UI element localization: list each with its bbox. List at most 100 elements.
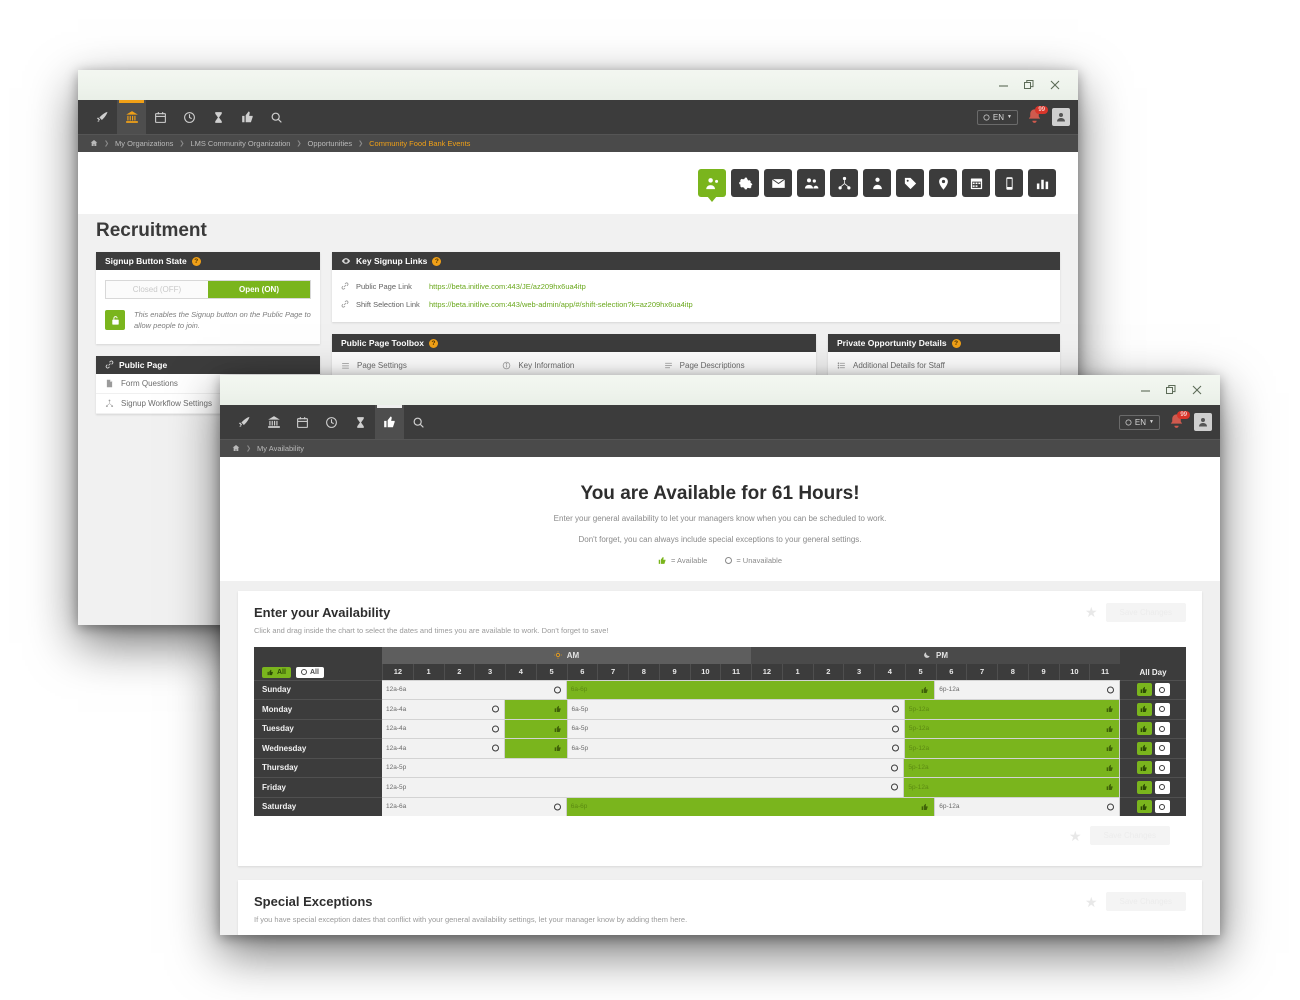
nav-clock-icon[interactable] [317,405,346,439]
nav-hourglass-icon[interactable] [346,405,375,439]
select-all-unavailable-button[interactable]: All [295,666,324,678]
availability-segment[interactable]: 5p-12a [904,700,1120,719]
availability-segment[interactable]: 6p-12a [935,797,1120,817]
nav-bank-icon[interactable] [117,100,146,134]
table-row[interactable]: 12a-6a 6a-6p 6p-12a [382,679,1120,700]
all-day-available-button[interactable] [1136,702,1152,716]
toolbox-item-key-information[interactable]: Key Information [493,355,654,375]
toolbox-item-page-settings[interactable]: Page Settings [332,355,493,375]
all-day-available-button[interactable] [1136,780,1152,794]
all-day-unavailable-button[interactable] [1154,800,1170,814]
chart-day-rows[interactable]: 12a-6a 6a-6p 6p-12a 12a-4a 6a-5p 5p-12a 12a-4a… [382,679,1120,817]
app-top-nav[interactable]: EN ▼ 99 [220,405,1220,439]
org-chart-icon[interactable] [830,169,858,197]
all-day-available-button[interactable] [1136,761,1152,775]
toggle-closed-option[interactable]: Closed (OFF) [106,281,208,298]
help-badge-icon[interactable]: ? [191,256,201,266]
favorite-star-icon[interactable]: ★ [1085,895,1098,909]
language-selector[interactable]: EN ▼ [976,109,1018,125]
availability-segment[interactable]: 5p-12a [904,758,1120,778]
opportunity-toolstrip[interactable] [78,152,1078,214]
all-day-available-button[interactable] [1136,741,1152,755]
language-selector[interactable]: EN ▼ [1118,414,1160,430]
favorite-star-icon[interactable]: ★ [1069,829,1082,843]
nav-megaphone-icon[interactable] [88,100,117,134]
all-day-column[interactable]: All Day [1120,647,1186,817]
recruitment-icon[interactable] [698,169,726,202]
availability-segment[interactable]: 12a-4a [382,739,506,758]
availability-segment[interactable]: 6a-6p [566,797,936,817]
breadcrumb[interactable]: ❯ My Availability [220,439,1220,457]
close-icon[interactable] [1042,74,1068,96]
toolbox-item-page-descriptions[interactable]: Page Descriptions [655,355,816,375]
availability-segment[interactable]: 6a-5p [567,700,905,719]
minimize-icon[interactable] [1132,379,1158,401]
table-row[interactable]: 12a-5p 5p-12a [382,757,1120,778]
breadcrumb-home-icon[interactable] [232,444,240,454]
table-row[interactable]: 12a-5p 5p-12a [382,777,1120,797]
breadcrumb-item-0[interactable]: My Organizations [115,139,173,148]
link-value[interactable]: https://beta.initlive.com:443/web-admin/… [429,300,693,309]
availability-segment[interactable]: 5p-12a [904,719,1120,739]
restore-icon[interactable] [1158,379,1184,401]
availability-segment[interactable] [505,739,568,758]
tag-icon[interactable] [896,169,924,197]
all-day-row[interactable] [1120,757,1186,778]
help-badge-icon[interactable]: ? [951,338,961,348]
table-row[interactable]: 12a-6a 6a-6p 6p-12a [382,796,1120,817]
nav-megaphone-icon[interactable] [230,405,259,439]
all-day-row[interactable] [1120,699,1186,719]
user-avatar[interactable] [1194,413,1212,431]
availability-segment[interactable]: 12a-6a [382,680,567,700]
close-icon[interactable] [1184,379,1210,401]
all-day-row[interactable] [1120,718,1186,739]
all-day-unavailable-button[interactable] [1154,722,1170,736]
restore-icon[interactable] [1016,74,1042,96]
toggle-open-option[interactable]: Open (ON) [208,281,310,298]
save-changes-button[interactable]: Save Changes [1105,892,1186,912]
breadcrumb-item-2[interactable]: Opportunities [308,139,353,148]
my-availability-window[interactable]: EN ▼ 99 ❯ My Availability You are Availa… [220,375,1220,935]
person-badge-icon[interactable] [863,169,891,197]
breadcrumb-home-icon[interactable] [90,139,98,149]
details-item-additional-details-for-staff[interactable]: Additional Details for Staff [828,355,1060,375]
availability-segment[interactable]: 6a-6p [566,680,936,700]
all-day-unavailable-button[interactable] [1154,780,1170,794]
favorite-star-icon[interactable]: ★ [1085,605,1098,619]
availability-segment[interactable]: 6a-5p [567,739,905,758]
breadcrumb[interactable]: ❯ My Organizations ❯ LMS Community Organ… [78,134,1078,152]
nav-clock-icon[interactable] [175,100,204,134]
nav-hourglass-icon[interactable] [204,100,233,134]
availability-segment[interactable]: 12a-4a [382,719,506,739]
help-badge-icon[interactable]: ? [432,256,442,266]
breadcrumb-item-3[interactable]: Community Food Bank Events [369,139,470,148]
availability-segment[interactable]: 5p-12a [904,739,1120,758]
all-day-available-button[interactable] [1136,683,1152,697]
link-value[interactable]: https://beta.initlive.com:443/JE/az209hx… [429,282,586,291]
availability-segment[interactable]: 12a-4a [382,700,506,719]
availability-segment[interactable]: 6p-12a [935,680,1120,700]
select-all-controls[interactable]: All All [254,647,382,680]
availability-segment[interactable]: 6a-5p [567,719,905,739]
user-avatar[interactable] [1052,108,1070,126]
all-day-unavailable-button[interactable] [1154,741,1170,755]
all-day-row[interactable] [1120,777,1186,797]
all-day-available-button[interactable] [1136,722,1152,736]
mobile-icon[interactable] [995,169,1023,197]
nav-thumbs-up-icon[interactable] [233,100,262,134]
availability-segment[interactable]: 12a-5p [382,778,905,797]
location-pin-icon[interactable] [929,169,957,197]
availability-segment[interactable] [505,719,568,739]
bar-chart-icon[interactable] [1028,169,1056,197]
signup-state-toggle[interactable]: Closed (OFF) Open (ON) [105,280,311,299]
app-top-nav[interactable]: EN ▼ 99 [78,100,1078,134]
envelope-icon[interactable] [764,169,792,197]
nav-calendar-icon[interactable] [146,100,175,134]
nav-search-icon[interactable] [262,100,291,134]
notifications-bell-icon[interactable]: 99 [1168,411,1190,431]
availability-segment[interactable]: 5p-12a [904,778,1120,797]
all-day-unavailable-button[interactable] [1154,683,1170,697]
table-row[interactable]: 12a-4a 6a-5p 5p-12a [382,699,1120,719]
table-row[interactable]: 12a-4a 6a-5p 5p-12a [382,718,1120,739]
nav-bank-icon[interactable] [259,405,288,439]
